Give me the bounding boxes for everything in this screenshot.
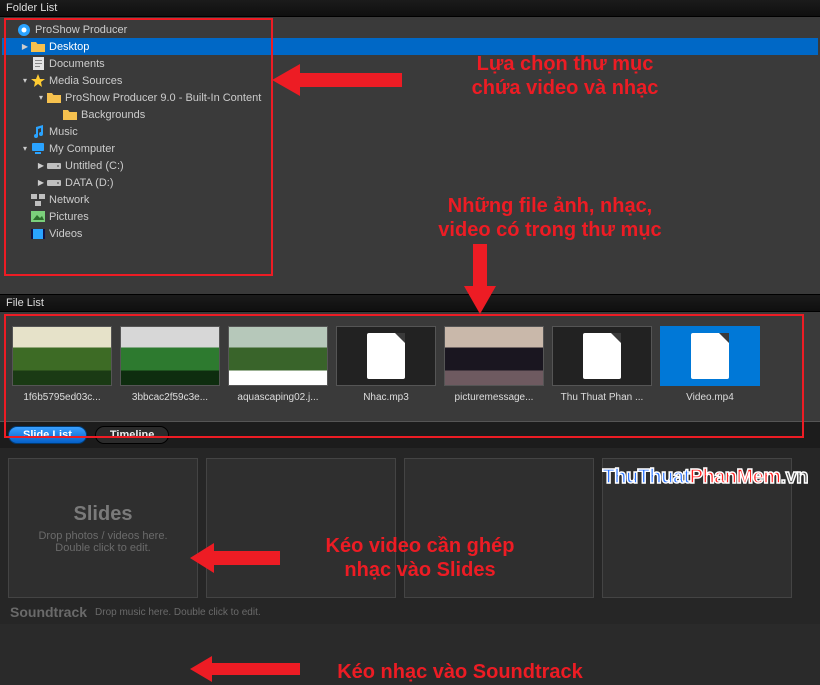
star-icon (30, 74, 46, 88)
file-name: aquascaping02.j... (228, 392, 328, 403)
tree-item[interactable]: ▶ DATA (D:) (2, 174, 818, 191)
expand-arrow-icon[interactable]: ▶ (36, 175, 46, 191)
tree-item-label: Desktop (49, 39, 89, 55)
folder-tree[interactable]: ProShow Producer▶DesktopDocuments▾Media … (0, 17, 820, 246)
folder-icon (30, 40, 46, 54)
file-strip[interactable]: 1f6b5795ed03c... 3bbcac2f59c3e... aquascap… (0, 312, 820, 421)
image-thumbnail (444, 326, 544, 386)
document-icon (367, 333, 405, 379)
file-item[interactable]: 3bbcac2f59c3e... (120, 326, 220, 403)
tree-item[interactable]: Music (2, 123, 818, 140)
tree-item[interactable]: ▾ Media Sources (2, 72, 818, 89)
image-thumbnail (228, 326, 328, 386)
tree-item-label: Documents (49, 56, 105, 72)
slides-drop-hint[interactable]: Slides Drop photos / videos here. Double… (8, 458, 198, 598)
slide-slot[interactable] (602, 458, 792, 598)
file-list-title: File List (0, 295, 820, 312)
folder-icon (62, 108, 78, 122)
doc-icon (30, 57, 46, 71)
tree-item-label: My Computer (49, 141, 115, 157)
computer-icon (30, 142, 46, 156)
slides-hint-2: Double click to edit. (9, 542, 197, 554)
file-name: Nhac.mp3 (336, 392, 436, 403)
file-name: 3bbcac2f59c3e... (120, 392, 220, 403)
expand-arrow-icon[interactable]: ▾ (20, 141, 30, 157)
slides-title: Slides (9, 503, 197, 526)
folder-list-title: Folder List (0, 0, 820, 17)
file-thumbnail (552, 326, 652, 386)
image-thumbnail (12, 326, 112, 386)
network-icon (30, 193, 46, 207)
tree-item[interactable]: ▾ ProShow Producer 9.0 - Built-In Content (2, 89, 818, 106)
soundtrack-row[interactable]: Soundtrack Drop music here. Double click… (0, 602, 820, 624)
soundtrack-hint: Drop music here. Double click to edit. (95, 607, 261, 618)
file-item[interactable]: 1f6b5795ed03c... (12, 326, 112, 403)
expand-arrow-icon[interactable]: ▾ (20, 73, 30, 89)
app-icon (16, 23, 32, 37)
tree-item-label: Videos (49, 226, 82, 242)
drive-icon (46, 176, 62, 190)
tree-item-label: Untitled (C:) (65, 158, 124, 174)
file-thumbnail (336, 326, 436, 386)
bottom-panel: Slide List Timeline Slides Drop photos /… (0, 421, 820, 624)
tree-item-label: Backgrounds (81, 107, 145, 123)
tree-item[interactable]: ▾ My Computer (2, 140, 818, 157)
videos-icon (30, 227, 46, 241)
file-item[interactable]: picturemessage... (444, 326, 544, 403)
tree-item-label: Media Sources (49, 73, 122, 89)
file-item[interactable]: Thu Thuat Phan ... (552, 326, 652, 403)
file-name: Video.mp4 (660, 392, 760, 403)
tree-item[interactable]: Network (2, 191, 818, 208)
tab-slide-list[interactable]: Slide List (8, 426, 87, 444)
tree-item-label: ProShow Producer 9.0 - Built-In Content (65, 90, 261, 106)
tree-item[interactable]: Documents (2, 55, 818, 72)
document-icon (691, 333, 729, 379)
drive-icon (46, 159, 62, 173)
file-thumbnail (660, 326, 760, 386)
file-name: 1f6b5795ed03c... (12, 392, 112, 403)
folder-list-panel: Folder List ProShow Producer ▶ DesktopDocu… (0, 0, 820, 294)
tree-item[interactable]: Pictures (2, 208, 818, 225)
tab-timeline[interactable]: Timeline (95, 426, 169, 444)
tree-item-label: Music (49, 124, 78, 140)
expand-arrow-icon[interactable]: ▶ (20, 39, 30, 55)
file-item[interactable]: Nhac.mp3 (336, 326, 436, 403)
expand-arrow-icon[interactable]: ▾ (36, 90, 46, 106)
slide-slot[interactable] (206, 458, 396, 598)
file-item[interactable]: aquascaping02.j... (228, 326, 328, 403)
image-thumbnail (120, 326, 220, 386)
arrow-icon (190, 654, 300, 684)
slides-hint-1: Drop photos / videos here. (9, 530, 197, 542)
folder-icon (46, 91, 62, 105)
file-name: picturemessage... (444, 392, 544, 403)
tree-item-label: Pictures (49, 209, 89, 225)
file-item[interactable]: Video.mp4 (660, 326, 760, 403)
tree-item[interactable]: ▶ Desktop (2, 38, 818, 55)
tree-item-label: DATA (D:) (65, 175, 113, 191)
tab-bar: Slide List Timeline (0, 422, 820, 448)
slides-area[interactable]: Slides Drop photos / videos here. Double… (0, 448, 820, 602)
tree-item-label: ProShow Producer (35, 22, 127, 38)
expand-arrow-icon[interactable]: ▶ (36, 158, 46, 174)
tree-item[interactable]: Videos (2, 225, 818, 242)
soundtrack-label: Soundtrack (10, 604, 87, 620)
tree-item[interactable]: ProShow Producer (2, 21, 818, 38)
tree-item[interactable]: Backgrounds (2, 106, 818, 123)
tree-item-label: Network (49, 192, 89, 208)
file-name: Thu Thuat Phan ... (552, 392, 652, 403)
pictures-icon (30, 210, 46, 224)
music-icon (30, 125, 46, 139)
document-icon (583, 333, 621, 379)
file-list-panel: File List 1f6b5795ed03c... 3bbcac2f59c3e.… (0, 294, 820, 421)
annotation-text-4: Kéo nhạc vào Soundtrack (300, 660, 620, 684)
tree-item[interactable]: ▶ Untitled (C:) (2, 157, 818, 174)
slide-slot[interactable] (404, 458, 594, 598)
